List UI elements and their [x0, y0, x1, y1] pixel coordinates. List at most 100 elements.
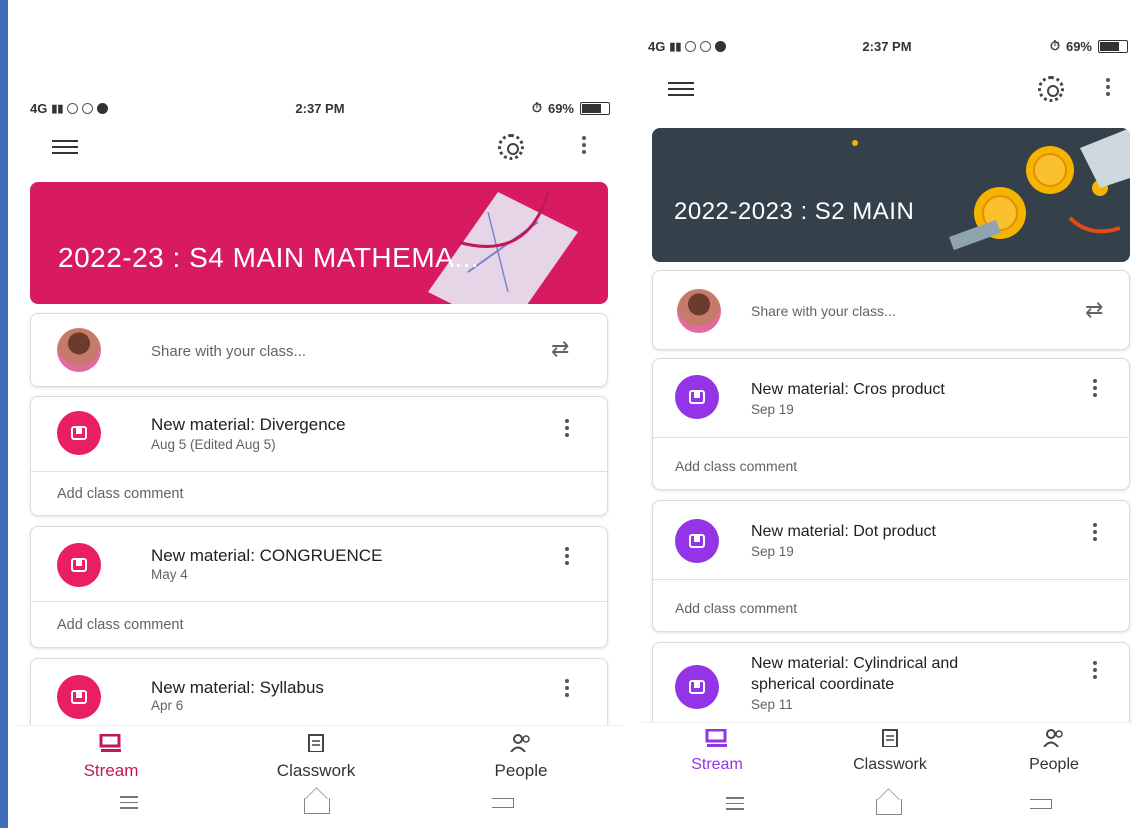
- home-icon[interactable]: [304, 798, 330, 814]
- class-title: 2022-23 : S4 MAIN MATHEMA...: [58, 242, 480, 273]
- app-bar: [16, 130, 624, 170]
- bottom-navigation: Stream Classwork People: [642, 722, 1132, 828]
- class-banner[interactable]: 2022-2023 : S2 MAIN: [652, 128, 1130, 262]
- share-card[interactable]: Share with your class... ⇄: [652, 270, 1130, 350]
- nav-label: Classwork: [276, 761, 356, 780]
- more-options-icon[interactable]: [1106, 78, 1110, 99]
- nav-classwork[interactable]: Classwork: [256, 734, 376, 781]
- notification-icon: [82, 102, 94, 114]
- battery-icon: [580, 101, 610, 115]
- notification-icon: [700, 40, 712, 52]
- avatar: [57, 328, 101, 372]
- bottom-navigation: Stream Classwork People: [16, 725, 624, 825]
- post-options-icon[interactable]: [1093, 661, 1097, 682]
- status-time: 2:37 PM: [862, 38, 912, 54]
- class-title: 2022-2023 : S2 MAIN: [674, 198, 915, 225]
- repost-icon[interactable]: ⇄: [551, 338, 569, 360]
- battery-level: [582, 103, 602, 113]
- post-title-line[interactable]: spherical coordinate: [751, 676, 894, 694]
- avatar: [677, 289, 721, 333]
- back-icon[interactable]: [1030, 799, 1052, 809]
- settings-icon[interactable]: [1038, 76, 1064, 102]
- battery-percent: 69%: [1065, 38, 1092, 54]
- settings-icon[interactable]: [498, 134, 524, 160]
- post-card[interactable]: New material: Cros product Sep 19 Add cl…: [652, 358, 1130, 490]
- post-title[interactable]: New material: Divergence: [151, 415, 346, 435]
- divider: [31, 601, 607, 602]
- post-card[interactable]: New material: Divergence Aug 5 (Edited A…: [30, 396, 608, 516]
- nav-label: Stream: [83, 761, 139, 780]
- post-title[interactable]: New material: CONGRUENCE: [151, 546, 382, 566]
- battery-level: [1100, 41, 1120, 51]
- people-icon: [1043, 729, 1063, 748]
- add-comment-link[interactable]: Add class comment: [675, 600, 797, 616]
- classwork-icon: [882, 729, 898, 748]
- notification-icon: [685, 40, 697, 52]
- post-options-icon[interactable]: [1093, 379, 1097, 400]
- post-date: Aug 5 (Edited Aug 5): [151, 437, 276, 452]
- divider: [653, 579, 1129, 580]
- battery-icon: [1098, 39, 1128, 53]
- post-date: May 4: [151, 567, 188, 582]
- nav-people[interactable]: People: [1004, 729, 1104, 774]
- nav-stream[interactable]: Stream: [66, 733, 156, 781]
- nav-label: People: [494, 761, 548, 780]
- add-comment-link[interactable]: Add class comment: [57, 617, 184, 633]
- alarm-icon: ⏱: [531, 100, 542, 115]
- material-icon: [57, 675, 101, 719]
- post-title-line[interactable]: New material: Cylindrical and: [751, 655, 958, 673]
- menu-icon[interactable]: [668, 82, 694, 96]
- app-bar: [642, 70, 1132, 110]
- post-title[interactable]: New material: Cros product: [751, 381, 945, 399]
- post-date: Apr 6: [151, 698, 184, 713]
- stream-icon: [705, 728, 727, 747]
- nav-label: Classwork: [853, 756, 927, 773]
- divider: [31, 471, 607, 472]
- post-options-icon[interactable]: [565, 547, 569, 568]
- material-icon: [675, 375, 719, 419]
- post-options-icon[interactable]: [565, 679, 569, 700]
- post-title[interactable]: New material: Syllabus: [151, 678, 324, 698]
- divider: [653, 437, 1129, 438]
- add-comment-link[interactable]: Add class comment: [675, 458, 797, 474]
- class-banner[interactable]: 2022-23 : S4 MAIN MATHEMA...: [30, 182, 608, 304]
- post-options-icon[interactable]: [1093, 523, 1097, 544]
- notification-icon: [715, 40, 727, 52]
- nav-label: Stream: [691, 756, 743, 773]
- system-navigation: [642, 785, 1132, 825]
- share-card[interactable]: Share with your class... ⇄: [30, 313, 608, 387]
- material-icon: [57, 543, 101, 587]
- system-navigation: [16, 784, 624, 824]
- signal-icon: ▮▮: [51, 102, 64, 115]
- classwork-icon: [308, 734, 324, 753]
- recents-icon[interactable]: [726, 797, 744, 814]
- status-time: 2:37 PM: [295, 100, 345, 116]
- nav-label: People: [1029, 756, 1079, 773]
- home-icon[interactable]: [876, 799, 902, 815]
- post-options-icon[interactable]: [565, 419, 569, 440]
- material-icon: [57, 411, 101, 455]
- menu-icon[interactable]: [52, 140, 78, 154]
- more-options-icon[interactable]: [582, 136, 586, 157]
- nav-classwork[interactable]: Classwork: [830, 729, 950, 774]
- repost-icon[interactable]: ⇄: [1085, 299, 1103, 321]
- network-label: 4G: [30, 100, 48, 116]
- stream-icon: [99, 733, 121, 752]
- material-icon: [675, 519, 719, 563]
- post-card[interactable]: New material: Dot product Sep 19 Add cla…: [652, 500, 1130, 632]
- notification-icon: [67, 102, 79, 114]
- share-prompt: Share with your class...: [151, 343, 307, 360]
- nav-stream[interactable]: Stream: [672, 728, 762, 774]
- material-icon: [675, 665, 719, 709]
- back-icon[interactable]: [492, 798, 514, 808]
- recents-icon[interactable]: [120, 796, 138, 813]
- add-comment-link[interactable]: Add class comment: [57, 486, 184, 502]
- right-phone-screen: 4G ▮▮ 2:37 PM ⏱ 69% 2022-2023 : S2 MAIN …: [642, 22, 1132, 828]
- post-card[interactable]: New material: CONGRUENCE May 4 Add class…: [30, 526, 608, 648]
- post-date: Sep 19: [751, 402, 794, 417]
- nav-people[interactable]: People: [471, 734, 571, 781]
- status-bar: 4G ▮▮ 2:37 PM ⏱ 69%: [642, 36, 1132, 56]
- signal-icon: ▮▮: [669, 40, 682, 53]
- post-title[interactable]: New material: Dot product: [751, 523, 936, 541]
- notification-icon: [97, 102, 109, 114]
